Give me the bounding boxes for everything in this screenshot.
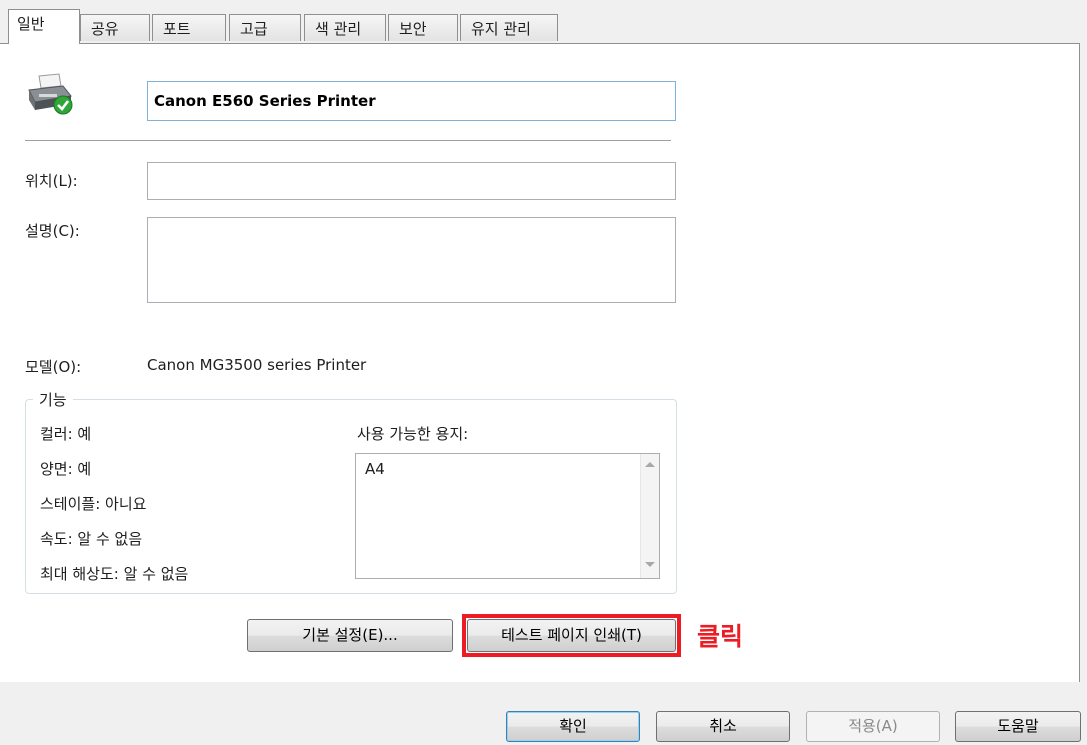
printer-ready-icon (28, 73, 73, 115)
tab-general[interactable]: 일반 (8, 9, 80, 44)
scroll-up-icon[interactable] (645, 462, 655, 467)
paper-available-label: 사용 가능한 용지: (357, 425, 469, 443)
help-button[interactable]: 도움말 (955, 711, 1081, 742)
feature-max-resolution: 최대 해상도: 알 수 없음 (40, 565, 189, 583)
model-value: Canon MG3500 series Printer (147, 356, 367, 374)
apply-button[interactable]: 적용(A) (806, 711, 940, 742)
paper-list-scrollbar[interactable] (640, 454, 659, 578)
printer-name-input[interactable] (147, 81, 676, 121)
feature-staple: 스테이플: 아니요 (40, 495, 147, 513)
preferences-button[interactable]: 기본 설정(E)... (247, 619, 453, 652)
scroll-down-icon[interactable] (645, 562, 655, 567)
features-group-title: 기능 (33, 389, 73, 410)
location-label: 위치(L): (25, 172, 78, 190)
location-input[interactable] (147, 162, 676, 200)
tab-advanced[interactable]: 고급 (229, 14, 301, 41)
tab-bar: 일반 공유 포트 고급 색 관리 보안 유지 관리 (0, 0, 1087, 44)
tab-security[interactable]: 보안 (388, 14, 458, 41)
comment-textarea[interactable] (147, 217, 676, 303)
list-item[interactable]: A4 (365, 460, 385, 478)
paper-list[interactable]: A4 (355, 453, 660, 579)
tab-sharing[interactable]: 공유 (80, 14, 150, 41)
feature-speed: 속도: 알 수 없음 (40, 530, 143, 548)
tab-ports[interactable]: 포트 (152, 14, 226, 41)
tab-maintenance[interactable]: 유지 관리 (460, 14, 558, 41)
feature-duplex: 양면: 예 (40, 460, 92, 478)
feature-color: 컬러: 예 (40, 425, 92, 443)
model-label: 모델(O): (25, 358, 82, 376)
cancel-button[interactable]: 취소 (656, 711, 790, 742)
annotation-highlight-box (462, 614, 681, 657)
tab-color-management[interactable]: 색 관리 (304, 14, 386, 41)
separator (25, 140, 671, 142)
ok-button[interactable]: 확인 (506, 711, 640, 742)
annotation-click-label: 클릭 (697, 622, 744, 651)
comment-label: 설명(C): (25, 222, 80, 240)
